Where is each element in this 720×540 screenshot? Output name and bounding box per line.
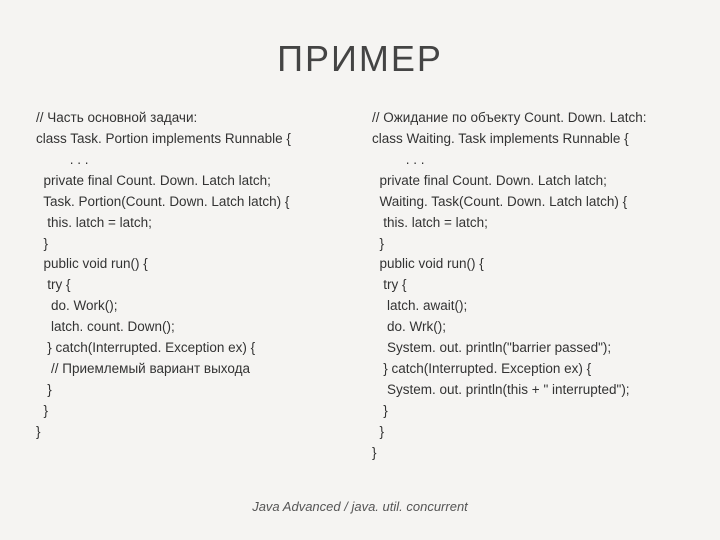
code-left: // Часть основной задачи: class Task. Po… [36, 108, 348, 489]
slide: ПРИМЕР // Часть основной задачи: class T… [0, 0, 720, 540]
slide-title: ПРИМЕР [36, 38, 684, 80]
code-right: // Ожидание по объекту Count. Down. Latc… [372, 108, 684, 489]
slide-footer: Java Advanced / java. util. concurrent [36, 489, 684, 520]
content-columns: // Часть основной задачи: class Task. Po… [36, 108, 684, 489]
